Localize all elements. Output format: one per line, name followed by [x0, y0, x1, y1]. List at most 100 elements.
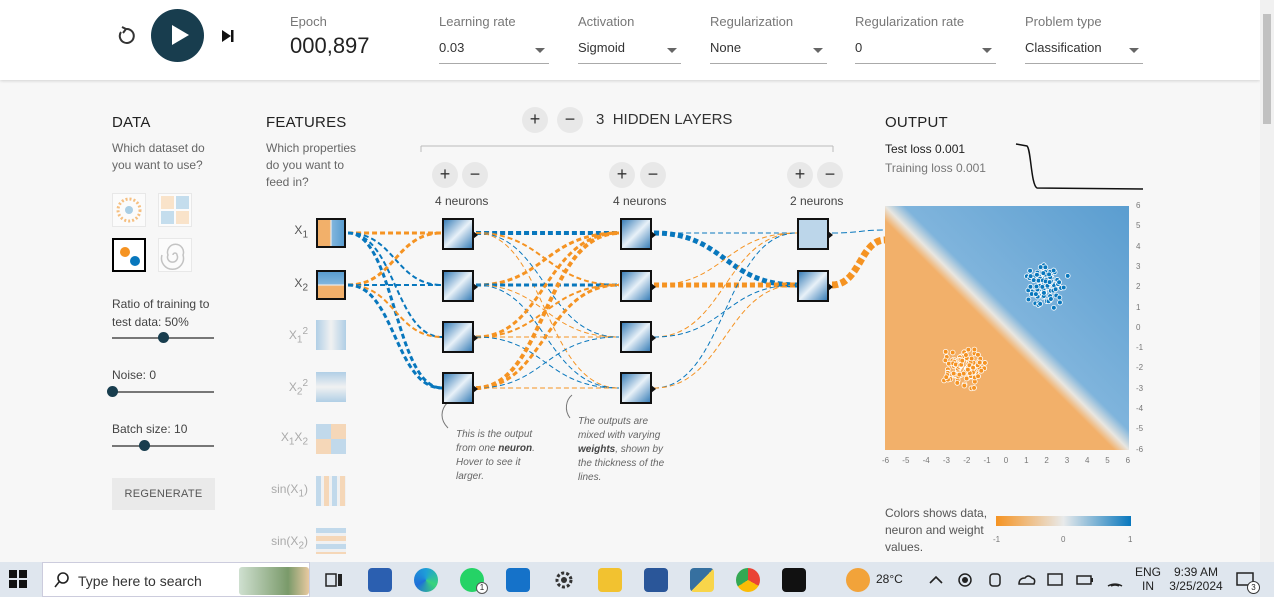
x-tick: 0	[1003, 456, 1009, 465]
output-title: OUTPUT	[885, 114, 948, 131]
layer1-add-neuron-button[interactable]: +	[432, 162, 458, 188]
orange-data-point	[968, 355, 975, 362]
orange-data-point	[942, 348, 949, 355]
colorbar-tick-pos: 1	[1128, 535, 1133, 544]
file-explorer-icon[interactable]	[598, 568, 622, 592]
neuron-l1-2[interactable]	[442, 270, 478, 302]
windows-logo-icon	[9, 570, 27, 588]
clock-time: 9:39 AM	[1173, 565, 1219, 579]
taskbar-search-box[interactable]: Type here to search	[42, 562, 310, 597]
neuron-l2-3[interactable]	[620, 321, 656, 353]
task-view-icon[interactable]	[322, 568, 346, 592]
note1-bold: neuron	[498, 443, 533, 454]
scrollbar-thumb[interactable]	[1263, 14, 1271, 124]
blue-data-point	[1057, 299, 1063, 306]
blue-data-point	[1056, 279, 1062, 285]
neuron-l1-3[interactable]	[442, 321, 478, 353]
orange-data-point	[961, 382, 968, 389]
layer1-remove-neuron-button[interactable]: −	[462, 162, 488, 188]
training-loss-value: 0.001	[955, 161, 986, 175]
record-icon[interactable]	[955, 568, 975, 592]
word-icon[interactable]	[644, 568, 668, 592]
test-loss: Test loss 0.001	[885, 142, 965, 156]
weights-note: The outputs are mixed with varying weigh…	[578, 415, 673, 485]
layer3-add-neuron-button[interactable]: +	[787, 162, 813, 188]
terminal-icon[interactable]	[782, 568, 806, 592]
display-icon[interactable]	[1045, 568, 1065, 592]
x-tick: -4	[922, 456, 930, 465]
chrome-icon[interactable]	[736, 568, 760, 592]
notification-center-icon[interactable]: 3	[1234, 568, 1260, 594]
y-tick: 3	[1136, 261, 1141, 271]
layer3-neurons-label: 2 neurons	[790, 194, 844, 208]
clock[interactable]: 9:39 AM 3/25/2024	[1168, 565, 1224, 593]
y-tick: -1	[1136, 343, 1144, 353]
y-tick: 4	[1136, 241, 1141, 251]
remove-layer-button[interactable]: −	[557, 107, 583, 133]
blue-data-point	[1050, 267, 1057, 274]
windows-start-button[interactable]	[8, 569, 28, 589]
neuron-l1-4[interactable]	[442, 372, 478, 404]
battery-icon[interactable]	[1075, 568, 1095, 592]
x-tick: -5	[902, 456, 910, 465]
neuron-l2-1[interactable]	[620, 218, 656, 250]
y-tick: 5	[1136, 221, 1141, 231]
wifi-icon[interactable]	[1105, 568, 1125, 592]
language-indicator[interactable]: ENG IN	[1134, 565, 1162, 593]
add-layer-button[interactable]: +	[522, 107, 548, 133]
language-bottom: IN	[1142, 579, 1154, 593]
orange-data-point	[956, 371, 963, 378]
mail-icon[interactable]	[506, 568, 530, 592]
weather-icon[interactable]	[846, 568, 870, 592]
whatsapp-badge: 1	[476, 582, 488, 594]
neuron-l2-4[interactable]	[620, 372, 656, 404]
blue-data-point	[1046, 279, 1053, 285]
whatsapp-icon[interactable]: 1	[460, 568, 488, 594]
chevron-up-icon[interactable]	[926, 568, 946, 592]
microsoft-store-icon[interactable]	[368, 568, 392, 592]
orange-data-point	[949, 349, 956, 356]
layer2-neurons-label: 4 neurons	[613, 194, 667, 208]
orange-data-point	[971, 346, 978, 353]
y-tick: 2	[1136, 282, 1141, 292]
settings-gear-icon[interactable]	[552, 568, 576, 592]
x-tick: 2	[1044, 456, 1049, 465]
orange-data-point	[978, 367, 985, 374]
blue-data-point	[1046, 271, 1052, 278]
edge-browser-icon[interactable]	[414, 568, 438, 592]
search-highlight-image	[239, 567, 309, 595]
blue-data-point	[1033, 283, 1040, 290]
x-tick: 4	[1085, 456, 1090, 465]
links-layer3-output	[831, 229, 886, 289]
layer2-remove-neuron-button[interactable]: −	[640, 162, 666, 188]
blue-data-point	[1042, 264, 1049, 271]
x-tick: 3	[1064, 456, 1070, 465]
y-tick: 1	[1136, 302, 1141, 312]
output-heatmap[interactable]	[885, 206, 1129, 450]
python-icon[interactable]	[690, 568, 714, 592]
orange-data-point	[975, 351, 981, 358]
hidden-layers-count: 3	[596, 111, 605, 128]
y-tick: -5	[1136, 424, 1144, 434]
neuron-l1-1[interactable]	[442, 218, 478, 250]
blue-data-point	[1037, 301, 1043, 307]
layer3-remove-neuron-button[interactable]: −	[817, 162, 843, 188]
x-tick: -3	[942, 456, 951, 465]
meet-now-icon[interactable]	[985, 568, 1005, 592]
x-tick: 6	[1125, 456, 1131, 465]
neuron-note: This is the output from one neuron. Hove…	[456, 428, 551, 484]
loss-curve	[1015, 143, 1144, 190]
hidden-layers-text: HIDDEN LAYERS	[612, 111, 733, 128]
neuron-l2-2[interactable]	[620, 270, 656, 302]
page-scrollbar[interactable]	[1260, 0, 1274, 562]
blue-data-point	[1051, 304, 1057, 311]
orange-data-point	[976, 359, 983, 366]
clock-date: 3/25/2024	[1169, 579, 1223, 593]
data-points	[941, 262, 1071, 392]
layer2-add-neuron-button[interactable]: +	[609, 162, 635, 188]
neuron-l3-1[interactable]	[797, 218, 833, 250]
blue-data-point	[1048, 296, 1054, 302]
onedrive-icon[interactable]	[1015, 568, 1037, 592]
x-tick: 1	[1024, 456, 1029, 465]
neuron-l3-2[interactable]	[797, 270, 833, 302]
